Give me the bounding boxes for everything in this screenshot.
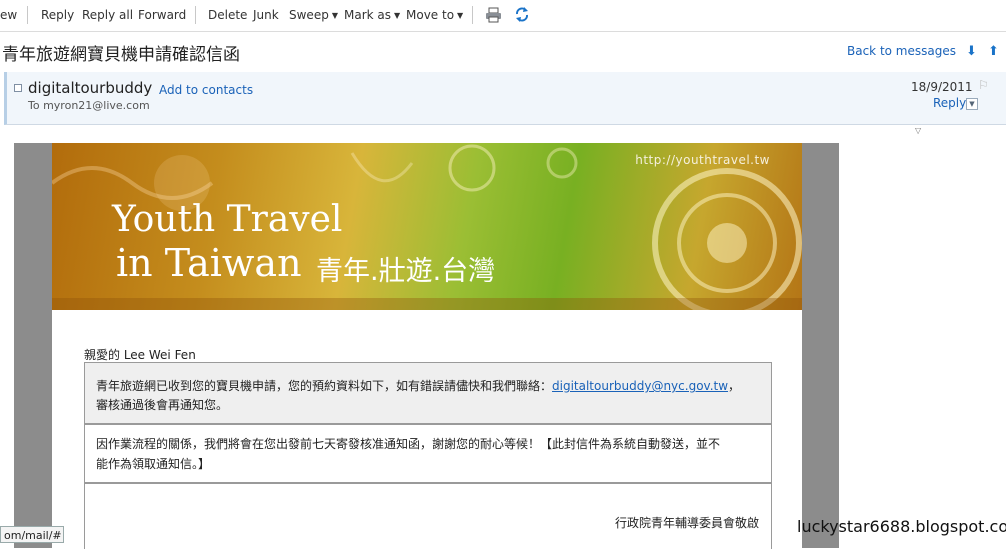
message-subject: 青年旅遊網寶貝機申請確認信函 (2, 45, 240, 65)
banner-chinese-title: 青年.壯遊.台灣 (316, 256, 496, 287)
mark-as-menu[interactable]: Mark as ▼ (344, 8, 400, 22)
message-header (4, 72, 1006, 125)
confirmation-text: 青年旅遊網已收到您的寶貝機申請，您的預約資料如下，如有錯誤請儘快和我們聯絡： (96, 379, 553, 393)
sweep-label: Sweep (289, 8, 329, 22)
chevron-down-icon: ▼ (457, 11, 464, 20)
contact-email-link[interactable]: digitaltourbuddy@nyc.gov.tw (552, 379, 728, 393)
reply-button[interactable]: Reply (41, 8, 74, 22)
confirmation-box: 青年旅遊網已收到您的寶貝機申請，您的預約資料如下，如有錯誤請儘快和我們聯絡：di… (84, 362, 772, 424)
previous-message-arrow-icon[interactable]: ⬆ (988, 44, 999, 59)
notice-line2: 能作為領取通知信。】 (96, 457, 211, 471)
back-to-messages-link[interactable]: Back to messages (847, 44, 956, 58)
collapse-arrow-icon[interactable]: ▽ (915, 126, 921, 135)
view-button[interactable]: ew (0, 8, 17, 22)
signature-box: 行政院青年輔導委員會敬啟 (84, 483, 772, 549)
mark-as-label: Mark as (344, 8, 392, 22)
refresh-icon[interactable] (514, 6, 530, 23)
youth-travel-banner: http://youthtravel.tw Youth Travel in Ta… (52, 143, 802, 310)
toolbar-divider (27, 6, 28, 24)
notice-line1: 因作業流程的關係，我們將會在您出發前七天寄發核准通知函，謝謝您的耐心等候！【此封… (96, 437, 721, 451)
sweep-menu[interactable]: Sweep ▼ (289, 8, 338, 22)
reply-all-button[interactable]: Reply all (82, 8, 133, 22)
delete-button[interactable]: Delete (208, 8, 247, 22)
status-bar-url: om/mail/# (0, 526, 64, 543)
recipient-line: To myron21@live.com (28, 99, 150, 112)
add-to-contacts-link[interactable]: Add to contacts (159, 83, 253, 97)
chevron-down-icon: ▼ (331, 11, 338, 20)
chevron-down-icon: ▼ (394, 11, 401, 20)
reply-link[interactable]: Reply (933, 96, 966, 110)
banner-title-line1: Youth Travel (112, 199, 343, 240)
notice-box: 因作業流程的關係，我們將會在您出發前七天寄發核准通知函，謝謝您的耐心等候！【此封… (84, 424, 772, 483)
toolbar-divider (472, 6, 473, 24)
confirmation-line1: 青年旅遊網已收到您的寶貝機申請，您的預約資料如下，如有錯誤請儘快和我們聯絡：di… (96, 376, 740, 396)
flag-icon[interactable]: ⚐ (978, 78, 989, 92)
signature: 行政院青年輔導委員會敬啟 (614, 516, 759, 530)
next-message-arrow-icon[interactable]: ⬇ (966, 44, 977, 59)
salutation: 親愛的 Lee Wei Fen (84, 348, 196, 362)
confirmation-line2: 審核通過後會再通知您。 (96, 398, 229, 412)
toolbar: ew Reply Reply all Forward Delete Junk S… (0, 0, 1006, 32)
printer-icon[interactable] (485, 7, 502, 23)
banner-url: http://youthtravel.tw (635, 153, 770, 167)
banner-title-line2: in Taiwan (116, 241, 302, 285)
confirmation-text-tail: ， (728, 379, 741, 393)
message-checkbox[interactable] (14, 84, 22, 92)
sender-name[interactable]: digitaltourbuddy (28, 79, 152, 97)
move-to-label: Move to (406, 8, 455, 22)
toolbar-divider (195, 6, 196, 24)
message-date: 18/9/2011 (911, 80, 973, 94)
forward-button[interactable]: Forward (138, 8, 186, 22)
junk-button[interactable]: Junk (253, 8, 279, 22)
move-to-menu[interactable]: Move to ▼ (406, 8, 463, 22)
blog-watermark: luckystar6688.blogspot.com (797, 517, 1006, 536)
reply-dropdown-icon[interactable]: ▼ (966, 98, 978, 110)
